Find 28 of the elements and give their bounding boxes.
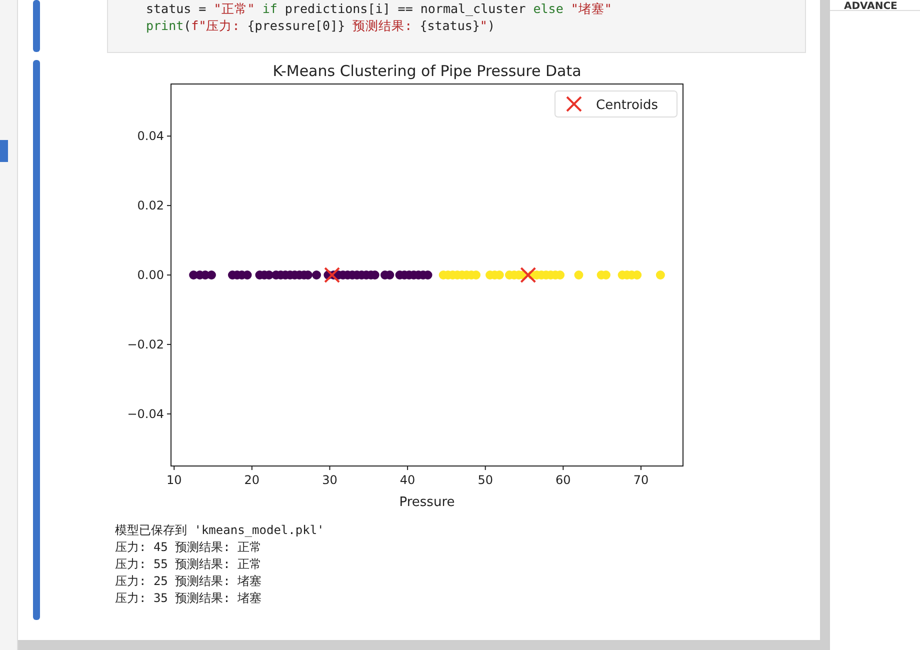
x-tick-label: 70	[633, 473, 649, 487]
output-line: 压力: 25 预测结果: 堵塞	[115, 573, 263, 590]
x-tick-label: 50	[478, 473, 493, 487]
output-line: 压力: 55 预测结果: 正常	[115, 556, 263, 573]
code-cell[interactable]: status = "正常" if predictions[i] == normal_cluster else "堵塞" print(f"压力: {pressure[0]} 预测结果: {status}")	[107, 0, 806, 53]
x-tick-label: 20	[244, 473, 260, 487]
x-tick-label: 10	[166, 473, 182, 487]
code-line: print(f"压力: {pressure[0]} 预测结果: {status}")	[146, 17, 496, 34]
output-line: 压力: 45 预测结果: 正常	[115, 539, 263, 556]
chart-title: K-Means Clustering of Pipe Pressure Data	[272, 63, 582, 80]
y-tick-label: 0.02	[137, 198, 164, 213]
y-tick-label: 0.00	[137, 268, 164, 282]
output-line: 压力: 35 预测结果: 堵塞	[115, 590, 263, 607]
x-tick-label: 30	[322, 473, 338, 487]
panel-heading: ADVANCE	[844, 1, 898, 12]
x-tick-label: 40	[400, 473, 416, 487]
x-axis-label: Pressure	[399, 495, 455, 510]
cell-indicator[interactable]	[33, 0, 40, 52]
y-tick-label: −0.02	[127, 337, 164, 352]
y-tick-label: −0.04	[127, 406, 164, 421]
code-line: status = "正常" if predictions[i] == normal_cluster else "堵塞"	[146, 0, 613, 17]
output-line: 模型已保存到 'kmeans_model.pkl'	[115, 522, 326, 539]
x-tick-label: 60	[556, 473, 571, 487]
legend-label: Centroids	[596, 98, 658, 113]
legend-cross-icon	[566, 96, 582, 112]
sidebar-marker	[0, 140, 8, 162]
cell-indicator[interactable]	[33, 60, 40, 620]
y-tick-label: 0.04	[137, 129, 164, 144]
